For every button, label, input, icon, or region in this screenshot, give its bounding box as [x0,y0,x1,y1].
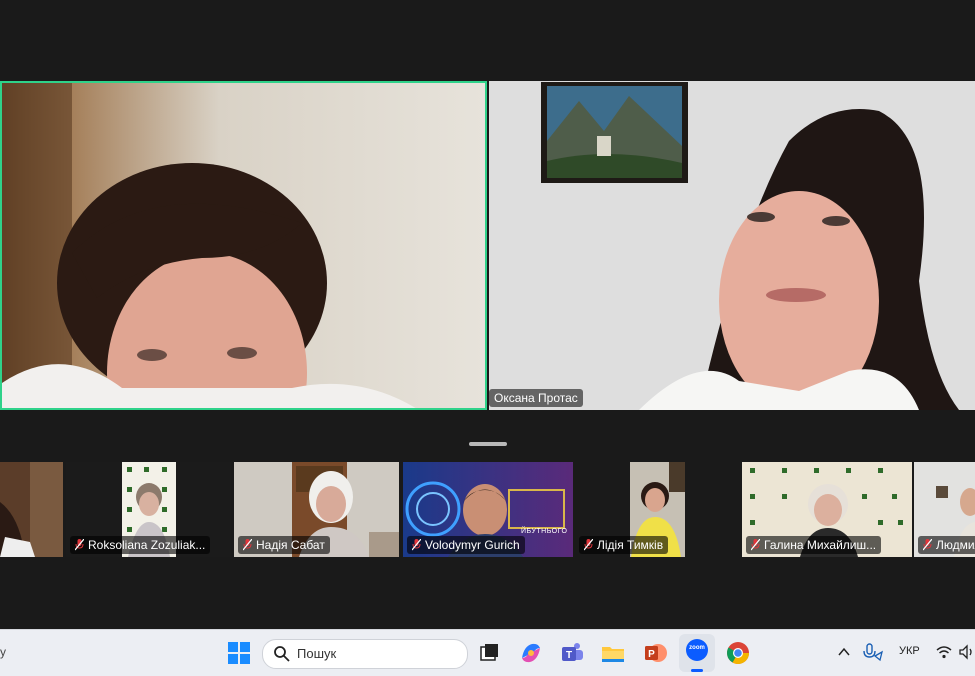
mic-muted-icon [923,539,932,551]
taskbar-left-text: у [0,645,6,659]
chrome-button[interactable] [723,638,753,668]
participant-video [489,81,975,410]
search-icon [274,646,290,662]
mic-muted-icon [412,539,421,551]
thumbnail-banner-text: ЙБУТНЬОГО [521,528,568,535]
copilot-button[interactable] [516,638,546,668]
volume-button[interactable] [958,643,975,661]
participant-thumb[interactable]: Лідія Тимків [575,462,739,557]
teams-icon: T [562,643,583,661]
show-hidden-icons-button[interactable] [836,644,852,660]
folder-icon [602,647,624,662]
copilot-icon [522,643,540,663]
zoom-label: zoom [689,645,705,651]
mic-muted-icon [751,539,760,551]
input-language-indicator[interactable]: УКР [899,645,920,657]
zoom-button[interactable]: zoom [679,634,715,672]
top-bar [0,0,975,80]
speaker-video [2,83,416,408]
gallery-resize-handle[interactable] [469,442,507,446]
zoom-icon [686,639,708,661]
active-speaker-tile[interactable] [0,81,487,410]
mic-muted-icon [584,539,593,551]
taskbar-search[interactable]: Пошук [262,639,468,669]
windows-logo-icon [228,642,250,664]
mic-muted-icon [75,539,84,551]
taskbar: у Пошук T P zoom УКР [0,629,975,676]
participant-name-tag: Оксана Протас [489,389,583,407]
participant-video [0,462,63,557]
chevron-up-icon [838,647,850,656]
participant-name-tag: Людмил [918,536,975,554]
powerpoint-icon: P [645,644,667,662]
thumbnail-strip: Roksoliana Zozuliak... Надія Сабат ЙБУТН… [0,462,975,557]
network-button[interactable] [935,643,953,661]
task-view-icon [480,644,498,661]
participant-name-tag: Roksoliana Zozuliak... [70,536,211,554]
voice-access-icon [863,643,884,662]
svg-text:T: T [566,650,572,661]
search-placeholder: Пошук [297,646,337,661]
participant-thumb[interactable]: Людмил [914,462,975,557]
start-button[interactable] [224,638,254,668]
wifi-icon [936,646,952,659]
active-indicator [691,669,703,672]
participant-name-tag: Лідія Тимків [579,536,669,554]
participant-thumb[interactable]: Надія Сабат [234,462,399,557]
participant-thumb[interactable] [0,462,63,557]
participant-thumb[interactable]: ЙБУТНЬОГО Volodymyr Gurich [403,462,573,557]
participant-name-tag: Volodymyr Gurich [407,536,525,554]
svg-text:P: P [648,649,655,660]
participant-thumb[interactable]: Roksoliana Zozuliak... [66,462,231,557]
task-view-button[interactable] [474,638,504,668]
participant-thumb[interactable]: Галина Михайлиш... [742,462,912,557]
powerpoint-button[interactable]: P [640,638,670,668]
mic-muted-icon [243,539,252,551]
file-explorer-button[interactable] [598,638,628,668]
voice-access-button[interactable] [862,642,884,662]
participant-name-tag: Галина Михайлиш... [746,536,882,554]
participant-tile-main[interactable]: Оксана Протас [489,81,975,410]
participant-name-tag: Надія Сабат [238,536,330,554]
teams-button[interactable]: T [557,638,587,668]
speaker-icon [959,644,972,660]
chrome-icon [727,642,749,664]
